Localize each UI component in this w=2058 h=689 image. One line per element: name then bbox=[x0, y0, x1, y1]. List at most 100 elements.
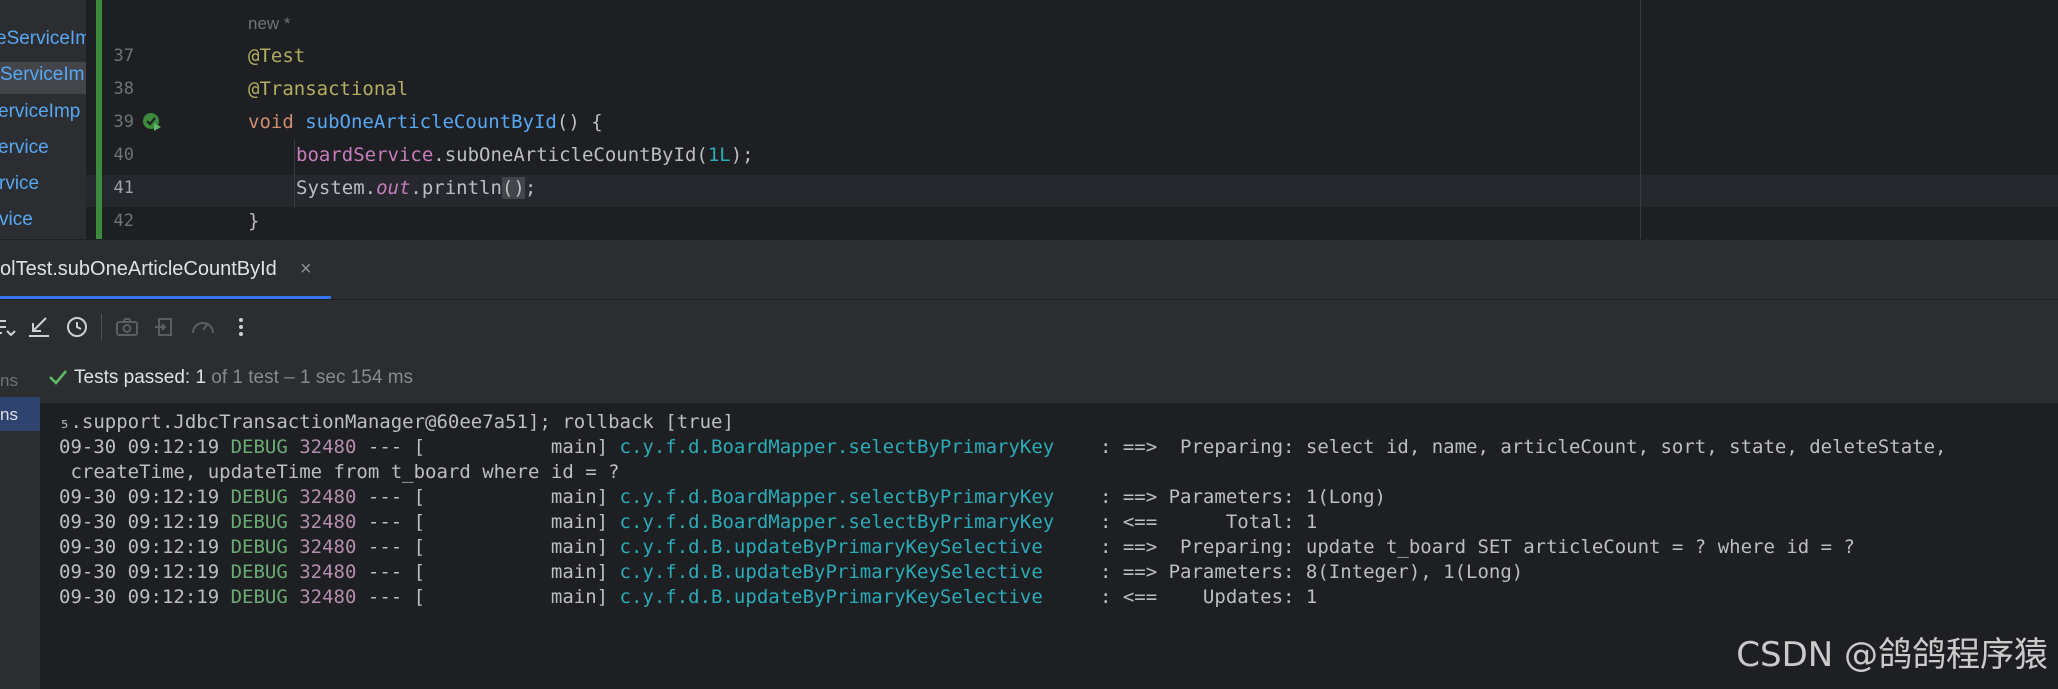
log-message: : <== Updates: 1 bbox=[1088, 586, 1318, 608]
run-tab-label: olTest.subOneArticleCountById bbox=[0, 258, 277, 280]
project-item[interactable]: erviceImp bbox=[0, 101, 80, 123]
project-item-selected[interactable]: ServiceIm bbox=[0, 62, 86, 94]
project-item-label: ServiceIm bbox=[0, 64, 85, 85]
camera-icon bbox=[112, 312, 142, 342]
line-number: 37 bbox=[113, 46, 134, 66]
code-editor[interactable]: eServiceIm ServiceIm erviceImp ervice rv… bbox=[0, 0, 2058, 239]
log-level: DEBUG bbox=[230, 511, 288, 533]
tree-expand-icon[interactable] bbox=[0, 312, 18, 342]
console-log-line: 09-30 09:12:19 DEBUG 32480 --- [ main] c… bbox=[59, 561, 1523, 583]
line-number: 42 bbox=[113, 211, 134, 231]
log-thread: --- [ main] bbox=[356, 586, 620, 608]
log-pid: 32480 bbox=[287, 536, 357, 558]
run-tool-window-tabs: olTest.subOneArticleCountById × bbox=[0, 239, 2058, 300]
test-tree: ns ns bbox=[0, 353, 40, 689]
console-log-line: 09-30 09:12:19 DEBUG 32480 --- [ main] c… bbox=[59, 486, 1386, 508]
vcs-change-marker[interactable] bbox=[96, 0, 102, 239]
right-margin-guide bbox=[1640, 0, 1641, 239]
collapse-icon[interactable] bbox=[24, 312, 54, 342]
code-token: System. bbox=[296, 177, 377, 199]
history-icon[interactable] bbox=[62, 312, 92, 342]
console-line: ₅.support.JdbcTransactionManager@60ee7a5… bbox=[59, 411, 734, 433]
run-toolbar bbox=[0, 299, 2058, 354]
log-message: : ==> Preparing: select id, name, articl… bbox=[1088, 436, 1947, 458]
log-level: DEBUG bbox=[230, 561, 288, 583]
more-vert-icon[interactable] bbox=[226, 312, 256, 342]
log-level: DEBUG bbox=[230, 536, 288, 558]
log-thread: --- [ main] bbox=[356, 561, 620, 583]
log-logger-link[interactable]: c.y.f.d.BoardMapper.selectByPrimaryKey bbox=[620, 436, 1089, 458]
run-tab[interactable]: olTest.subOneArticleCountById × bbox=[0, 240, 331, 300]
code-token: ; bbox=[524, 177, 537, 199]
log-timestamp: 09-30 09:12:19 bbox=[59, 536, 231, 558]
log-timestamp: 09-30 09:12:19 bbox=[59, 561, 231, 583]
tree-item[interactable]: ns bbox=[0, 363, 40, 397]
project-panel: eServiceIm ServiceIm erviceImp ervice rv… bbox=[0, 0, 86, 239]
tree-item-label: ns bbox=[0, 405, 18, 424]
log-logger-link[interactable]: c.y.f.d.B.updateByPrimaryKeySelective bbox=[620, 536, 1089, 558]
project-item[interactable]: eServiceIm bbox=[0, 28, 86, 50]
toolbar-separator bbox=[101, 314, 102, 340]
tests-passed-label: Tests passed: 1 bbox=[74, 367, 207, 388]
code-token: () { bbox=[556, 111, 603, 133]
annotation-test: @Test bbox=[248, 45, 306, 67]
log-message: : <== Total: 1 bbox=[1088, 511, 1318, 533]
annotation-transactional: @Transactional bbox=[248, 78, 409, 100]
method-name[interactable]: subOneArticleCountById bbox=[305, 111, 557, 133]
console-log-line: 09-30 09:12:19 DEBUG 32480 --- [ main] c… bbox=[59, 536, 1855, 558]
log-logger-link[interactable]: c.y.f.d.BoardMapper.selectByPrimaryKey bbox=[620, 511, 1089, 533]
log-timestamp: 09-30 09:12:19 bbox=[59, 436, 231, 458]
log-message: : ==> Preparing: update t_board SET arti… bbox=[1088, 536, 1855, 558]
speedometer-icon bbox=[188, 312, 218, 342]
code-token: .subOneArticleCountById( bbox=[433, 144, 708, 166]
log-level: DEBUG bbox=[230, 486, 288, 508]
log-logger-link[interactable]: c.y.f.d.B.updateByPrimaryKeySelective bbox=[620, 586, 1089, 608]
log-message: : ==> Parameters: 8(Integer), 1(Long) bbox=[1088, 561, 1524, 583]
log-logger-link[interactable]: c.y.f.d.B.updateByPrimaryKeySelective bbox=[620, 561, 1089, 583]
matched-parens: () bbox=[501, 177, 525, 199]
inlay-hint-author: new * bbox=[248, 14, 291, 33]
log-thread: --- [ main] bbox=[356, 511, 620, 533]
log-level: DEBUG bbox=[230, 436, 288, 458]
log-logger-link[interactable]: c.y.f.d.BoardMapper.selectByPrimaryKey bbox=[620, 486, 1089, 508]
status-text: Tests passed: 1 of 1 test – 1 sec 154 ms bbox=[74, 367, 413, 389]
export-icon bbox=[150, 312, 180, 342]
code-line-37: @Test bbox=[248, 45, 305, 67]
log-timestamp: 09-30 09:12:19 bbox=[59, 511, 231, 533]
line-number: 40 bbox=[113, 145, 134, 165]
indent-guide bbox=[294, 140, 295, 208]
log-level: DEBUG bbox=[230, 586, 288, 608]
code-token: .println bbox=[410, 177, 502, 199]
code-line-39: void subOneArticleCountById() { bbox=[248, 111, 603, 133]
tree-item-selected[interactable]: ns bbox=[0, 397, 40, 431]
field-board-service[interactable]: boardService bbox=[296, 144, 433, 166]
log-thread: --- [ main] bbox=[356, 436, 620, 458]
log-thread: --- [ main] bbox=[356, 486, 620, 508]
console-log-line: 09-30 09:12:19 DEBUG 32480 --- [ main] c… bbox=[59, 511, 1317, 533]
run-test-passed-icon[interactable] bbox=[142, 112, 162, 132]
static-field-out[interactable]: out bbox=[376, 177, 410, 199]
check-icon bbox=[49, 370, 67, 385]
console-log-line: createTime, updateTime from t_board wher… bbox=[59, 461, 620, 483]
project-item[interactable]: vice bbox=[0, 209, 33, 231]
code-token: ); bbox=[730, 144, 754, 166]
watermark: CSDN @鸽鸽程序猿 bbox=[1736, 635, 2048, 675]
log-pid: 32480 bbox=[287, 511, 357, 533]
console-log-line: 09-30 09:12:19 DEBUG 32480 --- [ main] c… bbox=[59, 586, 1317, 608]
tests-detail: of 1 test – 1 sec 154 ms bbox=[206, 367, 414, 388]
project-item[interactable]: ervice bbox=[0, 137, 49, 159]
code-line-41: System.out.println(); bbox=[296, 177, 536, 199]
log-pid: 32480 bbox=[287, 486, 357, 508]
tree-item-label: ns bbox=[0, 371, 18, 390]
project-item[interactable]: rvice bbox=[0, 173, 39, 195]
log-message: : ==> Parameters: 1(Long) bbox=[1088, 486, 1386, 508]
log-thread: --- [ main] bbox=[356, 536, 620, 558]
log-timestamp: 09-30 09:12:19 bbox=[59, 586, 231, 608]
line-number: 38 bbox=[113, 79, 134, 99]
log-pid: 32480 bbox=[287, 586, 357, 608]
code-line-40: boardService.subOneArticleCountById(1L); bbox=[296, 144, 754, 166]
test-status-bar: Tests passed: 1 of 1 test – 1 sec 154 ms bbox=[40, 353, 2058, 404]
line-number: 41 bbox=[113, 178, 134, 198]
log-timestamp: 09-30 09:12:19 bbox=[59, 486, 231, 508]
close-icon[interactable]: × bbox=[300, 258, 312, 281]
